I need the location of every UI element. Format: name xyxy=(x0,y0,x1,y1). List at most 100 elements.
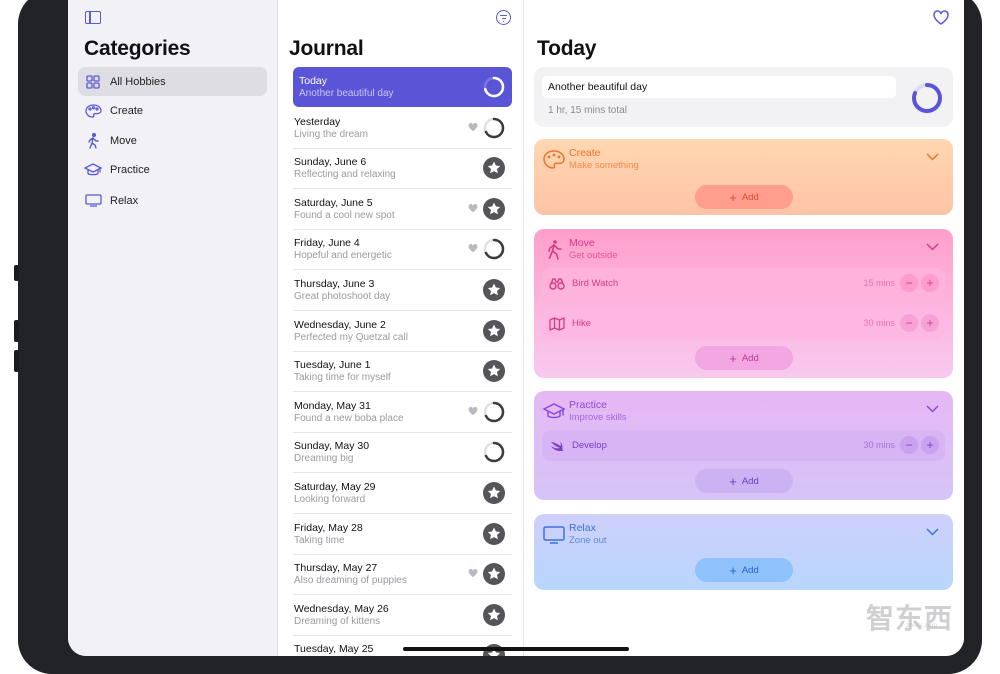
heart-icon[interactable] xyxy=(468,243,478,253)
journal-row-selected[interactable]: Today Another beautiful day xyxy=(293,67,512,107)
add-label: Add xyxy=(741,191,759,203)
plus-icon: + xyxy=(729,189,737,205)
home-indicator[interactable] xyxy=(403,647,629,651)
hobby-label: Bird Watch xyxy=(572,278,619,289)
star-badge-icon xyxy=(483,603,505,626)
heart-icon[interactable] xyxy=(933,10,949,25)
journal-row[interactable]: Saturday, May 29 Looking forward xyxy=(293,473,512,514)
add-label: Add xyxy=(741,564,759,576)
journal-row[interactable]: Wednesday, May 26 Dreaming of kittens xyxy=(293,595,512,636)
journal-row-subtitle: Dreaming of kittens xyxy=(294,615,381,627)
journal-row-title: Wednesday, June 2 xyxy=(294,318,386,331)
grid-icon xyxy=(84,73,102,91)
binoculars-icon xyxy=(549,277,565,290)
sidebar-item-create[interactable]: Create xyxy=(78,96,267,125)
decrement-button[interactable]: − xyxy=(900,314,918,332)
journal-row-subtitle: Looking forward xyxy=(294,494,366,505)
sidebar-toggle-icon[interactable] xyxy=(85,11,101,24)
decrement-button[interactable]: − xyxy=(900,274,918,292)
star-badge-icon xyxy=(483,279,505,301)
chevron-down-icon[interactable] xyxy=(926,528,939,536)
journal-row[interactable]: Sunday, May 30 Dreaming big xyxy=(293,432,512,474)
sidebar: Categories All Hobbies Create Move Pract… xyxy=(68,0,278,656)
add-practice-button[interactable]: + Add xyxy=(695,469,793,493)
journal-row[interactable]: Tuesday, May 25 xyxy=(293,635,512,656)
category-card-move: Move Get outside Bird Watch 15 mins − + H… xyxy=(534,229,953,378)
journal-row[interactable]: Thursday, May 27 Also dreaming of puppies xyxy=(293,554,512,596)
add-label: Add xyxy=(741,475,759,487)
volume-button xyxy=(14,320,19,342)
journal-row-subtitle: Another beautiful day xyxy=(299,88,394,99)
add-move-button[interactable]: + Add xyxy=(695,346,793,370)
decrement-button[interactable]: − xyxy=(900,436,918,454)
plus-icon: + xyxy=(729,350,737,366)
heart-icon[interactable] xyxy=(468,568,478,578)
heart-icon[interactable] xyxy=(468,122,478,132)
journal-row-subtitle: Hopeful and energetic xyxy=(294,250,392,262)
hobby-item-bird-watch[interactable]: Bird Watch 15 mins − + xyxy=(542,268,945,299)
journal-row-title: Friday, June 4 xyxy=(294,237,360,250)
star-badge-icon xyxy=(483,197,505,220)
walking-figure-icon xyxy=(548,240,562,260)
card-subtitle: Zone out xyxy=(569,535,607,546)
journal-row-subtitle: Reflecting and relaxing xyxy=(294,169,396,181)
volume-button xyxy=(14,265,19,281)
journal-row[interactable]: Friday, June 4 Hopeful and energetic xyxy=(293,229,512,271)
journal-row-title: Friday, May 28 xyxy=(294,521,363,534)
sidebar-item-label: Practice xyxy=(110,163,150,176)
journal-row-title: Tuesday, June 1 xyxy=(294,359,371,372)
star-badge-icon xyxy=(483,157,505,180)
add-relax-button[interactable]: + Add xyxy=(695,558,793,582)
total-time: 1 hr, 15 mins total xyxy=(548,105,627,116)
graduation-cap-icon xyxy=(84,161,102,179)
heart-icon[interactable] xyxy=(468,203,478,213)
journal-row[interactable]: Yesterday Living the dream xyxy=(293,108,512,149)
watermark: 智东西 zhidx.com xyxy=(866,597,953,637)
journal-row[interactable]: Wednesday, June 2 Perfected my Quetzal ca… xyxy=(293,311,512,352)
journal-row-title: Today xyxy=(299,75,328,87)
journal-row[interactable]: Saturday, June 5 Found a cool new spot xyxy=(293,189,512,230)
journal-row[interactable]: Sunday, June 6 Reflecting and relaxing xyxy=(293,148,512,190)
sidebar-item-all-hobbies[interactable]: All Hobbies xyxy=(78,67,267,96)
chevron-down-icon[interactable] xyxy=(926,153,939,161)
palette-icon xyxy=(543,150,565,169)
journal-row[interactable]: Thursday, June 3 Great photoshoot day xyxy=(293,270,512,311)
palette-icon xyxy=(84,102,102,120)
increment-button[interactable]: + xyxy=(921,314,939,332)
plus-icon: + xyxy=(729,562,737,578)
star-badge-icon xyxy=(483,482,505,504)
progress-ring-icon xyxy=(483,442,505,463)
sidebar-item-relax[interactable]: Relax xyxy=(78,186,267,215)
duration-label: 30 mins xyxy=(863,318,895,328)
journal-row[interactable]: Tuesday, June 1 Taking time for myself xyxy=(293,351,512,393)
increment-button[interactable]: + xyxy=(921,274,939,292)
display-icon xyxy=(84,192,102,210)
journal-row-title: Tuesday, May 25 xyxy=(294,643,374,656)
hobby-label: Hike xyxy=(572,318,592,329)
progress-ring-icon xyxy=(912,83,942,113)
sidebar-item-label: Relax xyxy=(110,194,139,207)
sidebar-item-practice[interactable]: Practice xyxy=(78,155,267,184)
sidebar-item-move[interactable]: Move xyxy=(78,126,267,155)
star-badge-icon xyxy=(483,522,505,545)
chevron-down-icon[interactable] xyxy=(926,405,939,413)
journal-row-title: Monday, May 31 xyxy=(294,399,371,412)
heart-icon[interactable] xyxy=(468,406,478,416)
add-create-button[interactable]: + Add xyxy=(695,185,793,209)
duration-label: 15 mins xyxy=(863,278,895,288)
star-badge-icon xyxy=(483,563,505,586)
filter-icon[interactable] xyxy=(496,10,511,25)
hobby-item-develop[interactable]: Develop 30 mins − + xyxy=(542,430,945,461)
add-label: Add xyxy=(741,352,759,364)
hobby-item-hike[interactable]: Hike 30 mins − + xyxy=(542,308,945,339)
card-title: Relax xyxy=(569,522,596,534)
chevron-down-icon[interactable] xyxy=(926,243,939,251)
journal-row[interactable]: Monday, May 31 Found a new boba place xyxy=(293,392,512,433)
journal-row[interactable]: Friday, May 28 Taking time xyxy=(293,514,512,555)
journal-column: Journal Today Another beautiful day Yester… xyxy=(279,0,524,656)
journal-row-subtitle: Found a new boba place xyxy=(294,412,404,424)
today-summary: Another beautiful day 1 hr, 15 mins tota… xyxy=(534,67,953,127)
journal-row-subtitle: Living the dream xyxy=(294,128,368,140)
increment-button[interactable]: + xyxy=(921,436,939,454)
entry-text-field[interactable]: Another beautiful day xyxy=(542,76,896,98)
